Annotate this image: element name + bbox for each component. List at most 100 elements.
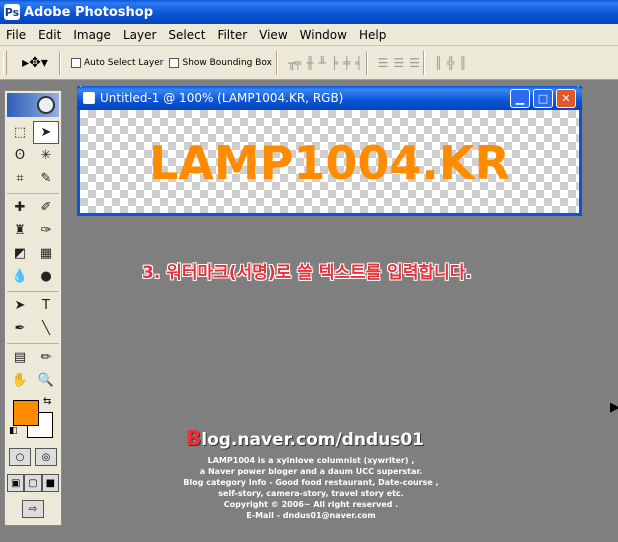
menu-select[interactable]: Select — [162, 28, 211, 42]
eraser-tool-icon[interactable]: ◩ — [7, 242, 33, 265]
menu-file[interactable]: File — [0, 28, 32, 42]
menu-image[interactable]: Image — [67, 28, 117, 42]
canvas-text-layer[interactable]: LAMP1004.KR — [149, 136, 510, 190]
tool-grid: ⬚ ➤ ʘ ✳ ⌗ ✎ ✚ ✐ ♜ ✑ ◩ ▦ 💧 ● ➤ T ✒ ╲ ▤ ✏ … — [5, 119, 61, 394]
distribute-left-icon[interactable]: ║ — [435, 56, 442, 70]
default-colors-icon[interactable]: ◧ — [9, 426, 18, 436]
tool-divider — [7, 288, 59, 292]
auto-select-label: Auto Select Layer — [84, 57, 164, 68]
mouse-cursor-icon: ▶ — [610, 400, 618, 415]
imageready-row: ⇨ — [5, 496, 61, 522]
maximize-button[interactable]: □ — [533, 89, 553, 108]
toolbox: ⬚ ➤ ʘ ✳ ⌗ ✎ ✚ ✐ ♜ ✑ ◩ ▦ 💧 ● ➤ T ✒ ╲ ▤ ✏ … — [4, 90, 62, 526]
swap-colors-icon[interactable]: ⇆ — [43, 396, 51, 407]
brush-tool-icon[interactable]: ✐ — [33, 196, 59, 219]
show-bounding-label: Show Bounding Box — [182, 57, 272, 68]
menu-bar: File Edit Image Layer Select Filter View… — [0, 24, 618, 46]
align-top-icon[interactable]: ╥╤ — [288, 56, 301, 70]
crop-tool-icon[interactable]: ⌗ — [7, 167, 33, 190]
menu-filter[interactable]: Filter — [211, 28, 253, 42]
tool-divider — [7, 190, 59, 194]
eyedropper-tool-icon[interactable]: ✏ — [33, 346, 59, 369]
options-bar: ▸✥▾ Auto Select Layer Show Bounding Box … — [0, 46, 618, 80]
adobe-online-eye-icon[interactable] — [37, 96, 55, 114]
full-screen-icon[interactable]: ■ — [41, 474, 59, 492]
foreground-color-swatch[interactable] — [13, 400, 39, 426]
menu-layer[interactable]: Layer — [117, 28, 162, 42]
align-middle-icon[interactable]: ╫ — [306, 56, 313, 70]
jump-to-imageready-icon[interactable]: ⇨ — [22, 500, 44, 518]
options-divider — [59, 50, 61, 75]
menu-help[interactable]: Help — [353, 28, 392, 42]
watermark-line: Copyright © 2006~ All right reserved . — [223, 500, 399, 509]
notes-tool-icon[interactable]: ▤ — [7, 346, 33, 369]
options-divider — [422, 50, 425, 75]
distribute-top-icon[interactable]: ☰ — [378, 56, 389, 70]
watermark-text: LAMP1004 is a xyinlove columnist (xywrit… — [180, 455, 442, 521]
full-screen-menu-icon[interactable]: ▢ — [24, 474, 42, 492]
watermark-line: E-Mail - dndus01@naver.com — [246, 511, 376, 520]
watermark-line: self-story, camera-story, travel story e… — [218, 489, 404, 498]
hand-tool-icon[interactable]: ✋ — [7, 369, 33, 392]
tool-divider — [7, 340, 59, 344]
healing-brush-tool-icon[interactable]: ✚ — [7, 196, 33, 219]
pen-tool-icon[interactable]: ✒ — [7, 317, 33, 340]
marquee-tool-icon[interactable]: ⬚ — [7, 121, 33, 144]
align-left-icon[interactable]: ╞ — [331, 56, 338, 70]
distribute-bottom-icon[interactable]: ☰ — [409, 56, 420, 70]
align-bottom-icon[interactable]: ╨ — [319, 56, 326, 70]
standard-screen-icon[interactable]: ▣ — [7, 474, 25, 492]
document-title: Untitled-1 @ 100% (LAMP1004.KR, RGB) — [100, 91, 344, 105]
blur-tool-icon[interactable]: 💧 — [7, 265, 33, 288]
options-grip[interactable] — [3, 50, 7, 75]
color-swatches: ⇆ ◧ — [7, 396, 59, 442]
dodge-tool-icon[interactable]: ● — [33, 265, 59, 288]
app-titlebar: Ps Adobe Photoshop — [0, 0, 618, 24]
screen-mode-row: ▣ ▢ ■ — [5, 470, 61, 496]
gradient-tool-icon[interactable]: ▦ — [33, 242, 59, 265]
history-brush-tool-icon[interactable]: ✑ — [33, 219, 59, 242]
toolbox-header[interactable] — [7, 93, 59, 117]
distribute-buttons: ☰ ☰ ☰ — [378, 56, 420, 70]
move-tool-preset-icon[interactable]: ▸✥▾ — [15, 51, 55, 75]
minimize-button[interactable]: ▁ — [510, 89, 530, 108]
watermark-line: Blog category Info - Good food restauran… — [183, 478, 439, 487]
distribute-right-icon[interactable]: ║ — [459, 56, 466, 70]
auto-select-checkbox-box[interactable] — [71, 57, 81, 68]
align-center-icon[interactable]: ╪ — [343, 56, 350, 70]
auto-select-layer-checkbox[interactable]: Auto Select Layer — [71, 57, 164, 68]
show-bounding-checkbox-box[interactable] — [169, 57, 180, 68]
distribute-center-icon[interactable]: ╬ — [447, 56, 454, 70]
slice-tool-icon[interactable]: ✎ — [33, 167, 59, 190]
align-buttons: ╥╤ ╫ ╨ ╞ ╪ ╡ — [288, 56, 363, 70]
menu-view[interactable]: View — [253, 28, 293, 42]
options-divider — [365, 50, 368, 75]
quick-mask-mode-icon[interactable]: ◎ — [35, 448, 57, 466]
document-icon — [83, 92, 95, 104]
watermark-title-initial: B — [186, 426, 202, 450]
distribute-h-buttons: ║ ╬ ║ — [435, 56, 467, 70]
menu-window[interactable]: Window — [294, 28, 353, 42]
show-bounding-box-checkbox[interactable]: Show Bounding Box — [169, 57, 272, 68]
menu-edit[interactable]: Edit — [32, 28, 67, 42]
tutorial-annotation: 3. 워터마크(서명)로 쓸 텍스트를 입력합니다. — [142, 263, 472, 283]
standard-mode-icon[interactable]: ○ — [9, 448, 31, 466]
move-tool-icon[interactable]: ➤ — [33, 121, 59, 144]
line-tool-icon[interactable]: ╲ — [33, 317, 59, 340]
mask-mode-row: ○ ◎ — [5, 444, 61, 470]
watermark-title-rest: log.naver.com/dndus01 — [201, 430, 424, 450]
path-selection-tool-icon[interactable]: ➤ — [7, 294, 33, 317]
clone-stamp-tool-icon[interactable]: ♜ — [7, 219, 33, 242]
align-right-icon[interactable]: ╡ — [355, 56, 362, 70]
watermark-line: LAMP1004 is a xyinlove columnist (xywrit… — [207, 456, 415, 465]
close-button[interactable]: ✕ — [556, 89, 576, 108]
app-title: Adobe Photoshop — [24, 4, 154, 20]
watermark-line: a Naver power bloger and a daum UCC supe… — [199, 467, 423, 476]
distribute-middle-icon[interactable]: ☰ — [393, 56, 404, 70]
lasso-tool-icon[interactable]: ʘ — [7, 144, 33, 167]
type-tool-icon[interactable]: T — [33, 294, 59, 317]
zoom-tool-icon[interactable]: 🔍 — [33, 369, 59, 392]
document-titlebar[interactable]: Untitled-1 @ 100% (LAMP1004.KR, RGB) ▁ □… — [77, 86, 582, 110]
magic-wand-tool-icon[interactable]: ✳ — [33, 144, 59, 167]
document-canvas[interactable]: LAMP1004.KR — [80, 110, 579, 213]
